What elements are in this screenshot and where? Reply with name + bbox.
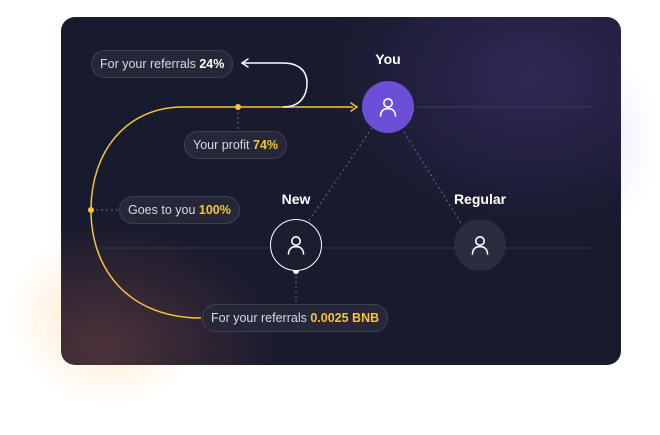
pill-text: Your profit [193, 138, 253, 152]
pill-referrals-amount: For your referrals 0.0025 BNB [202, 304, 389, 332]
pill-referrals-share: For your referrals 24% [91, 50, 234, 78]
white-return-path [243, 62, 308, 108]
pill-value: 0.0025 BNB [310, 311, 380, 325]
node-label-regular: Regular [453, 191, 507, 207]
node-label-you: You [375, 51, 401, 67]
pill-value: 74% [253, 138, 279, 152]
yellow-dot-profit [235, 104, 241, 110]
pill-your-profit: Your profit 74% [184, 131, 288, 159]
node-label-new: New [281, 191, 311, 207]
referral-diagram-panel: For your referrals 24% Your profit 74% G… [61, 17, 621, 365]
user-icon [287, 236, 305, 255]
pill-text: Goes to you [128, 203, 199, 217]
yellow-dot-goes [88, 207, 94, 213]
pill-value: 24% [199, 57, 225, 71]
pill-value: 100% [198, 203, 231, 217]
dotted-link-you-regular [403, 131, 462, 224]
user-icon [471, 236, 489, 255]
pill-goes-to-you: Goes to you 100% [119, 196, 240, 224]
user-icon [379, 98, 397, 117]
pill-text: For your referrals [100, 57, 200, 71]
dotted-link-you-new [305, 127, 373, 226]
node-regular [454, 219, 506, 271]
node-new [270, 219, 322, 271]
pill-text: For your referrals [211, 311, 311, 325]
node-you [362, 81, 414, 133]
